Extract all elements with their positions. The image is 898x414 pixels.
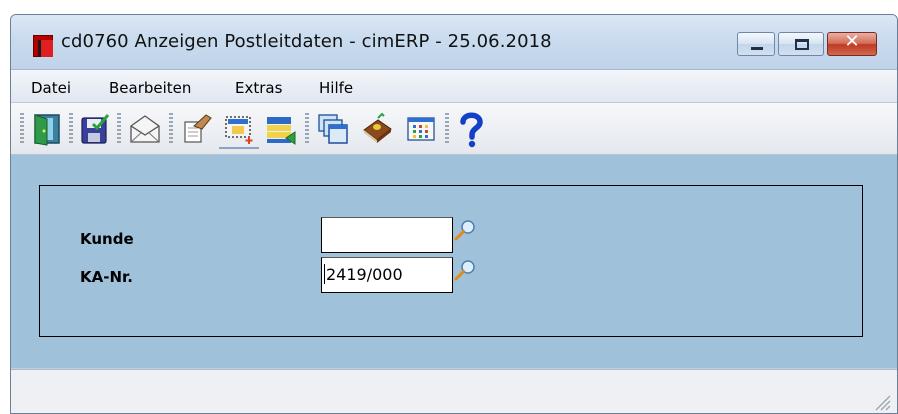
minimize-icon — [751, 47, 763, 50]
menu-datei[interactable]: Datei — [31, 79, 71, 97]
transfer-list-icon[interactable] — [261, 109, 301, 149]
app-logo-icon[interactable] — [33, 35, 53, 57]
toolbar-grip-3 — [117, 113, 121, 143]
minimize-button[interactable] — [737, 32, 775, 56]
book-icon[interactable] — [357, 109, 397, 149]
kunde-label: Kunde — [80, 230, 134, 248]
maximize-button[interactable] — [778, 32, 824, 56]
title-bar[interactable]: cd0760 Anzeigen Postleitdaten - cimERP -… — [11, 15, 897, 69]
menu-bar: Datei Bearbeiten Extras Hilfe — [11, 69, 897, 103]
form-panel: Kunde KA-Nr. 2419/000 — [39, 185, 863, 337]
ka-nr-input[interactable]: 2419/000 — [321, 257, 453, 293]
ka-nr-value: 2419/000 — [326, 265, 403, 284]
calculator-icon[interactable] — [401, 109, 441, 149]
mail-icon[interactable] — [125, 109, 165, 149]
toolbar-grip[interactable] — [20, 113, 24, 143]
resize-grip-icon[interactable] — [871, 391, 891, 411]
status-bar — [11, 369, 897, 413]
text-cursor — [324, 264, 325, 284]
toolbar — [11, 103, 897, 155]
menu-hilfe[interactable]: Hilfe — [319, 79, 353, 97]
toolbar-grip-4 — [169, 113, 173, 143]
exit-door-icon[interactable] — [27, 109, 67, 149]
maximize-icon — [795, 39, 809, 50]
edit-hand-icon[interactable] — [177, 109, 217, 149]
help-icon[interactable] — [451, 109, 491, 149]
new-record-icon[interactable] — [219, 109, 259, 149]
app-window: cd0760 Anzeigen Postleitdaten - cimERP -… — [10, 14, 898, 414]
toolbar-grip-6 — [445, 113, 449, 143]
window-title: cd0760 Anzeigen Postleitdaten - cimERP -… — [61, 31, 552, 52]
ka-nr-lookup-magnifier-icon[interactable] — [454, 258, 478, 282]
caption-buttons: ✕ — [734, 31, 877, 56]
toolbar-grip-2 — [69, 113, 73, 143]
toolbar-grip-5 — [305, 113, 309, 143]
kunde-input[interactable] — [321, 217, 453, 253]
menu-extras[interactable]: Extras — [235, 79, 282, 97]
windows-cascade-icon[interactable] — [313, 109, 353, 149]
save-icon[interactable] — [75, 109, 115, 149]
close-button[interactable]: ✕ — [827, 31, 877, 56]
menu-bearbeiten[interactable]: Bearbeiten — [109, 79, 191, 97]
ka-nr-label: KA-Nr. — [80, 268, 133, 286]
close-icon: ✕ — [844, 31, 860, 52]
kunde-lookup-magnifier-icon[interactable] — [454, 218, 478, 242]
